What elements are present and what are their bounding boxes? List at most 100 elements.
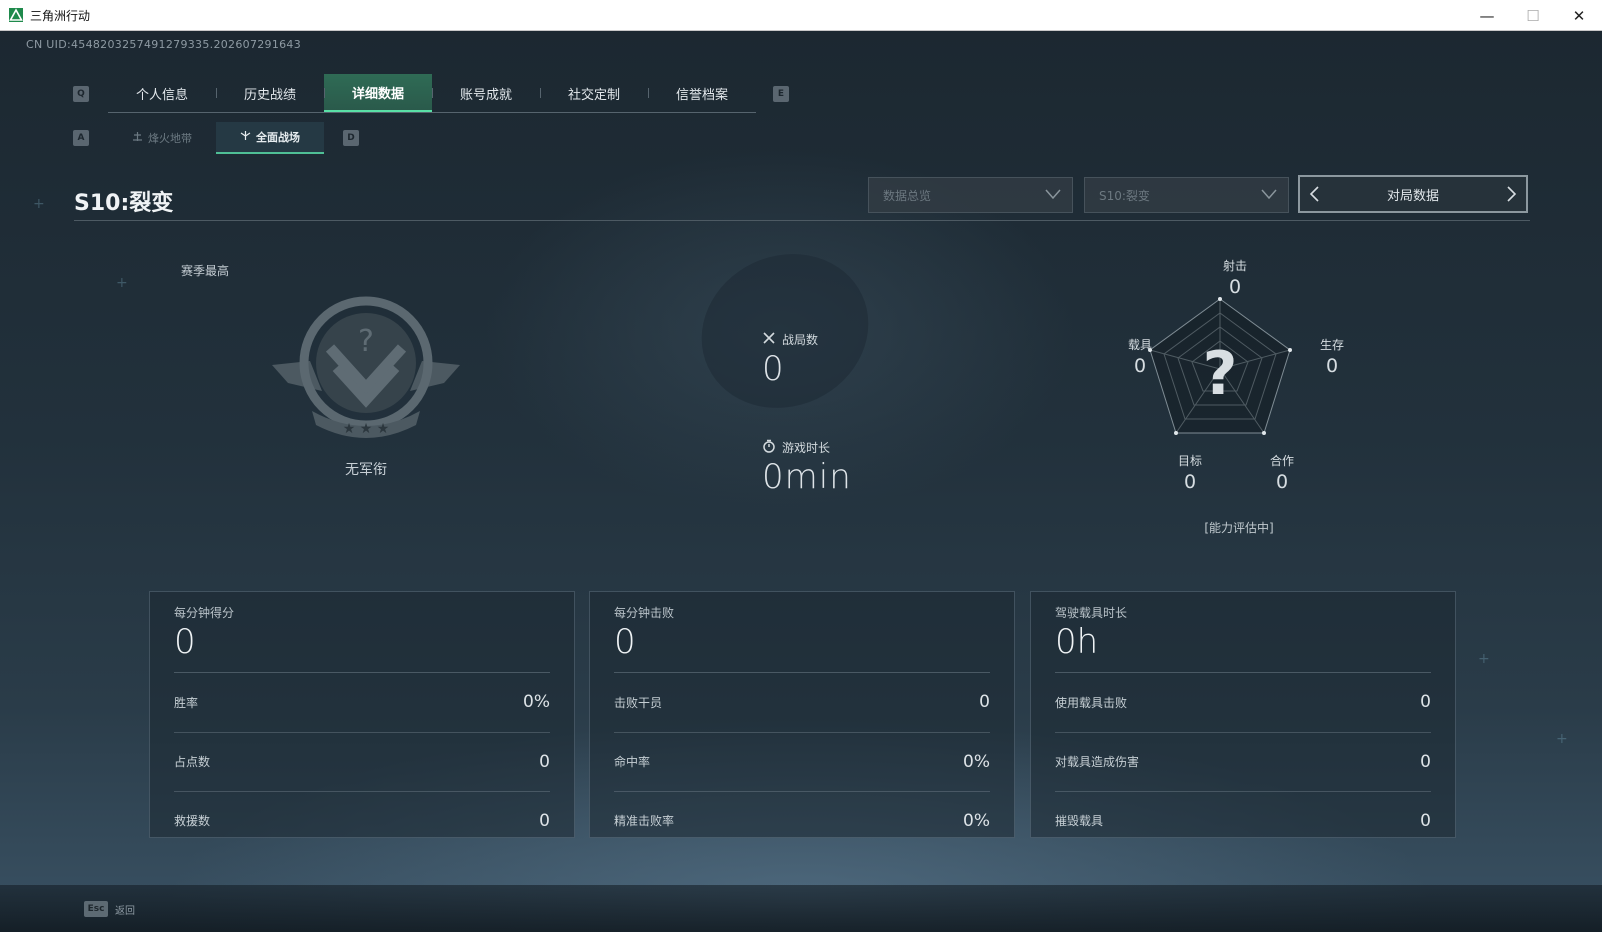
tab-prev-key-hint[interactable]: Q	[73, 86, 89, 102]
card-title: 每分钟得分	[174, 606, 235, 620]
row-value: 0	[1420, 751, 1431, 772]
rank-badge-icon: ? ★ ★ ★	[270, 293, 462, 447]
matches-label: 战局数	[782, 333, 819, 347]
row-label: 击败干员	[614, 695, 663, 710]
view-label: 对局数据	[1386, 188, 1439, 204]
game-screen: + + + + CN UID:4548203257491279335.20260…	[0, 31, 1602, 932]
subtab-label: 全面战场	[256, 131, 300, 144]
card-main-value: 0	[174, 622, 196, 662]
card-row: 精准击败率 0%	[614, 791, 990, 849]
subtab-full-battlefield[interactable]: 全面战场	[216, 122, 324, 154]
esc-key-hint[interactable]: Esc	[84, 901, 108, 917]
chevron-left-icon[interactable]	[1308, 185, 1320, 207]
battlefield-icon	[240, 130, 251, 144]
row-label: 占点数	[174, 755, 211, 769]
row-label: 命中率	[614, 755, 651, 769]
main-tab-bar: 个人信息 历史战绩 详细数据 账号成就 社交定制 信誉档案	[108, 74, 756, 113]
window-title: 三角洲行动	[30, 8, 91, 23]
row-value: 0	[539, 810, 550, 831]
footer-bar: Esc 返回	[0, 885, 1602, 932]
subtab-prev-key-hint[interactable]: A	[73, 130, 89, 146]
tab-social-customization[interactable]: 社交定制	[540, 74, 648, 112]
card-title: 驾驶载具时长	[1055, 606, 1128, 620]
row-label: 精准击败率	[614, 814, 675, 828]
row-value: 0%	[523, 692, 550, 712]
header-divider	[74, 220, 1530, 221]
tab-credit-record[interactable]: 信誉档案	[648, 74, 756, 112]
card-row: 摧毁载具 0	[1055, 791, 1431, 849]
radar-shooting-label: 射击	[1222, 259, 1247, 273]
plus-decoration-icon: +	[1478, 651, 1490, 667]
row-label: 使用载具击败	[1055, 695, 1128, 710]
row-label: 对载具造成伤害	[1055, 755, 1140, 769]
radar-survival-label: 生存	[1319, 338, 1344, 352]
radar-shooting-value: 0	[1228, 276, 1242, 298]
stat-card-vehicle: 驾驶载具时长 0h 使用载具击败 0 对载具造成伤害 0 摧毁载具 0	[1030, 591, 1456, 838]
card-row: 救援数 0	[174, 791, 550, 849]
tab-next-key-hint[interactable]: E	[773, 86, 789, 102]
row-value: 0	[539, 751, 550, 772]
chevron-down-icon	[1260, 187, 1278, 204]
row-value: 0%	[963, 810, 990, 831]
crossed-swords-icon	[762, 331, 776, 348]
minimize-button[interactable]: —	[1464, 0, 1510, 31]
row-label: 救援数	[174, 814, 211, 828]
row-label: 胜率	[174, 695, 199, 710]
mode-tab-bar: 烽火地带 全面战场	[108, 122, 324, 154]
view-selector: 对局数据	[1298, 175, 1528, 213]
beacon-icon	[132, 131, 143, 145]
card-main-value: 0	[614, 622, 636, 662]
card-row: 胜率 0%	[174, 673, 550, 731]
card-row: 对载具造成伤害 0	[1055, 732, 1431, 790]
back-label[interactable]: 返回	[115, 902, 135, 917]
plus-decoration-icon: +	[33, 196, 45, 212]
tab-personal-info[interactable]: 个人信息	[108, 74, 216, 112]
radar-vehicle-label: 载具	[1127, 338, 1152, 352]
app-logo-icon	[9, 8, 23, 22]
radar-objective-value: 0	[1183, 471, 1197, 493]
svg-text:★ ★ ★: ★ ★ ★	[343, 421, 390, 437]
matches-value: 0	[762, 349, 785, 389]
row-label: 摧毁载具	[1055, 814, 1104, 828]
data-type-dropdown[interactable]: 数据总览	[868, 177, 1073, 213]
dropdown-value: S10:裂变	[1099, 188, 1150, 203]
window-titlebar: 三角洲行动 — ☐ ✕	[0, 0, 1602, 31]
maximize-button[interactable]: ☐	[1510, 0, 1556, 31]
stat-card-score: 每分钟得分 0 胜率 0% 占点数 0 救援数 0	[149, 591, 575, 838]
player-uid: CN UID:4548203257491279335.202607291643	[26, 38, 302, 51]
tab-achievements[interactable]: 账号成就	[432, 74, 540, 112]
dropdown-value: 数据总览	[883, 188, 932, 203]
season-title: S10:裂变	[74, 191, 174, 216]
close-button[interactable]: ✕	[1556, 0, 1602, 31]
subtab-beacon-zone[interactable]: 烽火地带	[108, 122, 216, 154]
playtime-value: 0min	[762, 457, 852, 497]
radar-objective-label: 目标	[1177, 454, 1202, 468]
row-value: 0	[1420, 692, 1431, 712]
stat-card-kills: 每分钟击败 0 击败干员 0 命中率 0% 精准击败率 0%	[589, 591, 1015, 838]
svg-text:?: ?	[358, 324, 374, 359]
card-title: 每分钟击败	[614, 606, 675, 620]
radar-teamwork-label: 合作	[1269, 454, 1294, 468]
row-value: 0	[979, 692, 990, 712]
tab-detailed-data[interactable]: 详细数据	[324, 74, 432, 112]
radar-unknown-glyph: ?	[1203, 339, 1238, 409]
card-row: 命中率 0%	[614, 732, 990, 790]
playtime-label: 游戏时长	[782, 441, 831, 455]
playtime-stat-label: 游戏时长	[762, 439, 830, 456]
card-main-value: 0h	[1055, 622, 1099, 662]
row-value: 0%	[963, 751, 990, 772]
season-dropdown[interactable]: S10:裂变	[1084, 177, 1289, 213]
card-row: 占点数 0	[174, 732, 550, 790]
plus-decoration-icon: +	[116, 275, 128, 291]
radar-vehicle-value: 0	[1133, 355, 1147, 377]
chevron-down-icon	[1044, 187, 1062, 204]
card-row: 使用载具击败 0	[1055, 673, 1431, 731]
radar-teamwork-value: 0	[1275, 471, 1289, 493]
chevron-right-icon[interactable]	[1506, 185, 1518, 207]
row-value: 0	[1420, 810, 1431, 831]
subtab-next-key-hint[interactable]: D	[343, 130, 359, 146]
tab-match-history[interactable]: 历史战绩	[216, 74, 324, 112]
radar-status: [能力评估中]	[1204, 521, 1274, 535]
matches-stat-label: 战局数	[762, 331, 818, 348]
stopwatch-icon	[762, 439, 776, 456]
